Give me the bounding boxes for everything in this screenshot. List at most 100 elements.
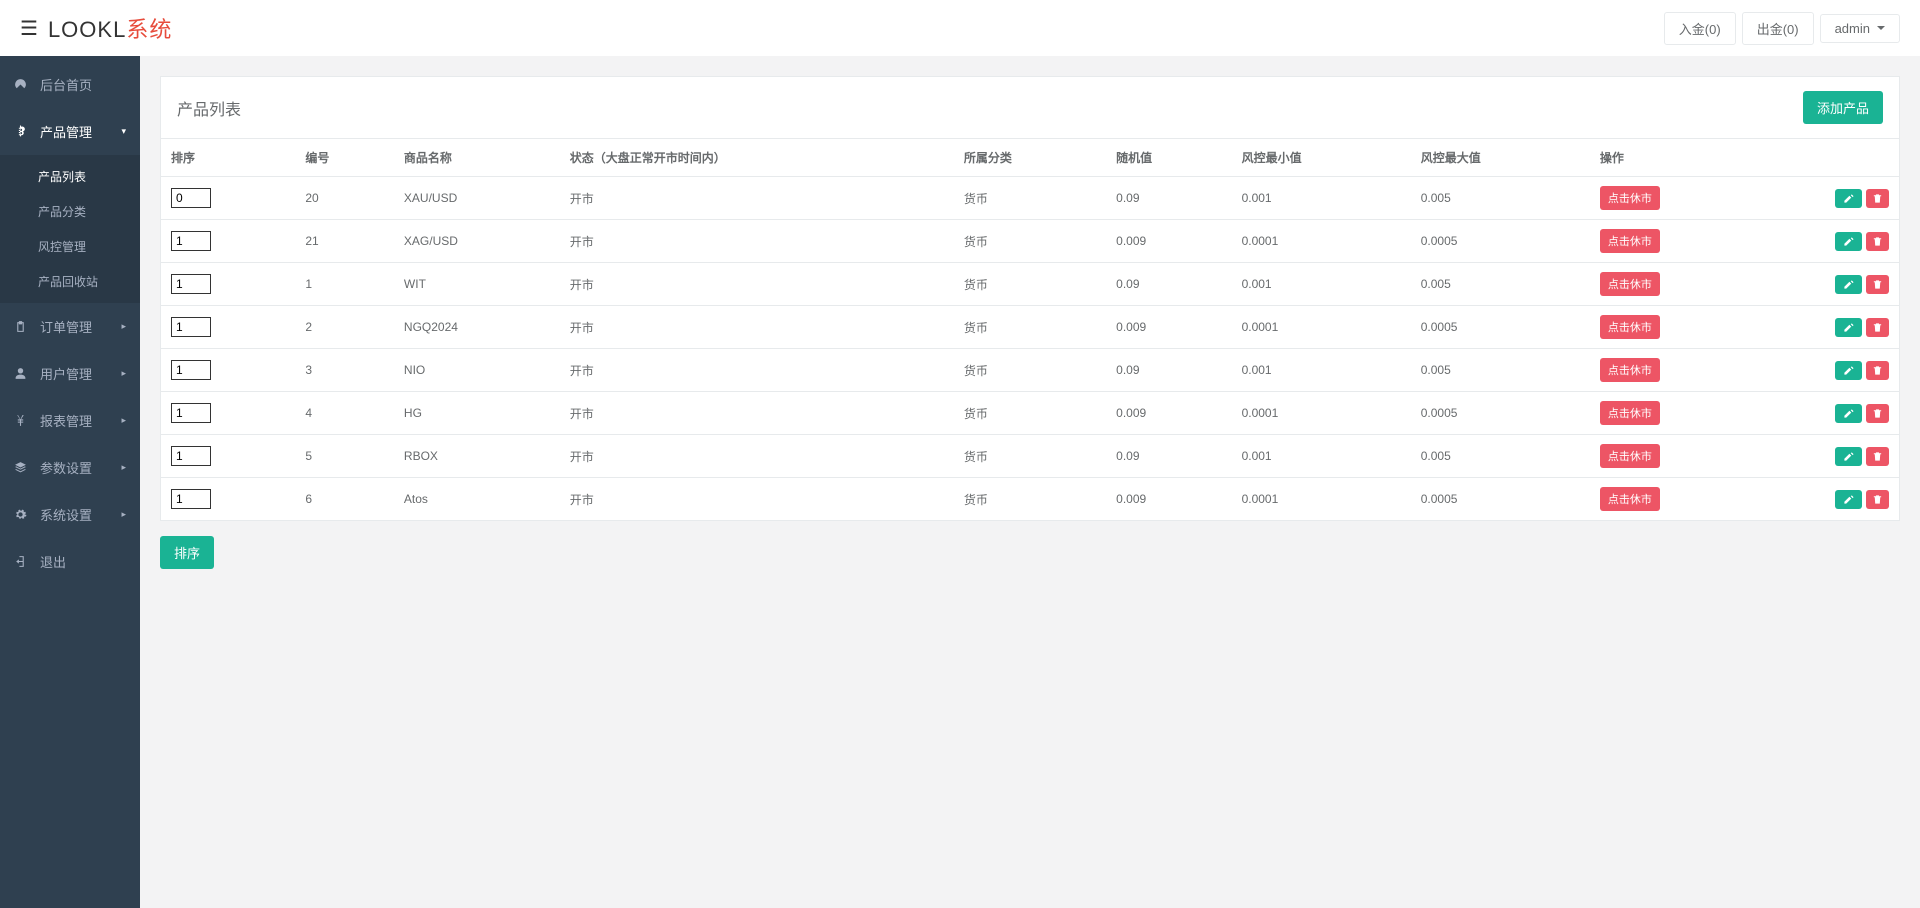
edit-button[interactable]	[1835, 275, 1862, 294]
col-header-8: 操作	[1590, 139, 1899, 177]
sidebar-item-4[interactable]: 报表管理▸	[0, 397, 140, 444]
cell-random: 0.09	[1106, 349, 1231, 392]
cell-id: 1	[295, 263, 394, 306]
user-name-label: admin	[1835, 21, 1870, 36]
edit-button[interactable]	[1835, 447, 1862, 466]
trash-icon	[1872, 236, 1883, 247]
sort-input[interactable]	[171, 360, 211, 380]
panel-title: 产品列表	[177, 96, 241, 120]
sort-input[interactable]	[171, 188, 211, 208]
edit-button[interactable]	[1835, 189, 1862, 208]
cell-name: Atos	[394, 478, 560, 521]
deposit-button[interactable]: 入金(0)	[1664, 12, 1736, 45]
trash-icon	[1872, 451, 1883, 462]
cell-max: 0.0005	[1411, 220, 1590, 263]
pencil-icon	[1843, 236, 1854, 247]
cell-status: 开市	[560, 263, 954, 306]
cell-status: 开市	[560, 392, 954, 435]
cell-status: 开市	[560, 220, 954, 263]
sort-button[interactable]: 排序	[160, 536, 214, 569]
sort-input[interactable]	[171, 231, 211, 251]
sidebar-item-2[interactable]: 订单管理▸	[0, 303, 140, 350]
sidebar-sub-item-1-0[interactable]: 产品列表	[0, 159, 140, 194]
delete-button[interactable]	[1866, 318, 1889, 337]
cell-status: 开市	[560, 435, 954, 478]
add-product-button[interactable]: 添加产品	[1803, 91, 1883, 124]
close-market-button[interactable]: 点击休市	[1600, 401, 1660, 425]
yen-icon	[14, 414, 30, 427]
sidebar: 后台首页产品管理▾ 产品列表产品分类风控管理产品回收站订单管理▸用户管理▸报表管理…	[0, 56, 140, 908]
cell-max: 0.005	[1411, 263, 1590, 306]
delete-button[interactable]	[1866, 447, 1889, 466]
edit-button[interactable]	[1835, 490, 1862, 509]
close-market-button[interactable]: 点击休市	[1600, 272, 1660, 296]
delete-button[interactable]	[1866, 490, 1889, 509]
delete-button[interactable]	[1866, 404, 1889, 423]
edit-button[interactable]	[1835, 318, 1862, 337]
close-market-button[interactable]: 点击休市	[1600, 229, 1660, 253]
cell-category: 货币	[954, 349, 1106, 392]
sort-input[interactable]	[171, 403, 211, 423]
cell-status: 开市	[560, 177, 954, 220]
withdraw-button[interactable]: 出金(0)	[1742, 12, 1814, 45]
cell-min: 0.001	[1232, 349, 1411, 392]
edit-button[interactable]	[1835, 404, 1862, 423]
sidebar-sub-item-1-3[interactable]: 产品回收站	[0, 264, 140, 299]
cell-max: 0.0005	[1411, 306, 1590, 349]
sidebar-sub-item-1-2[interactable]: 风控管理	[0, 229, 140, 264]
topbar: ☰ LOOKL系统 入金(0) 出金(0) admin	[0, 0, 1920, 56]
edit-button[interactable]	[1835, 361, 1862, 380]
cell-max: 0.005	[1411, 349, 1590, 392]
cell-category: 货币	[954, 478, 1106, 521]
delete-button[interactable]	[1866, 361, 1889, 380]
close-market-button[interactable]: 点击休市	[1600, 487, 1660, 511]
layers-icon	[14, 461, 30, 474]
logout-icon	[14, 555, 30, 568]
pencil-icon	[1843, 494, 1854, 505]
sidebar-item-label: 系统设置	[40, 505, 92, 524]
delete-button[interactable]	[1866, 189, 1889, 208]
edit-button[interactable]	[1835, 232, 1862, 251]
sort-input[interactable]	[171, 489, 211, 509]
sidebar-item-1[interactable]: 产品管理▾	[0, 108, 140, 155]
table-row: 5RBOX开市货币0.090.0010.005点击休市	[161, 435, 1899, 478]
chevron-right-icon: ▸	[121, 321, 126, 332]
trash-icon	[1872, 408, 1883, 419]
col-header-3: 状态（大盘正常开市时间内）	[560, 139, 954, 177]
sidebar-item-5[interactable]: 参数设置▸	[0, 444, 140, 491]
table-row: 3NIO开市货币0.090.0010.005点击休市	[161, 349, 1899, 392]
sidebar-item-6[interactable]: 系统设置▸	[0, 491, 140, 538]
sidebar-item-label: 参数设置	[40, 458, 92, 477]
cell-random: 0.009	[1106, 220, 1231, 263]
close-market-button[interactable]: 点击休市	[1600, 444, 1660, 468]
sidebar-item-7[interactable]: 退出	[0, 538, 140, 585]
close-market-button[interactable]: 点击休市	[1600, 358, 1660, 382]
table-row: 1WIT开市货币0.090.0010.005点击休市	[161, 263, 1899, 306]
menu-toggle-icon[interactable]: ☰	[20, 16, 38, 41]
sort-input[interactable]	[171, 274, 211, 294]
close-market-button[interactable]: 点击休市	[1600, 315, 1660, 339]
cell-name: NGQ2024	[394, 306, 560, 349]
sort-input[interactable]	[171, 317, 211, 337]
delete-button[interactable]	[1866, 232, 1889, 251]
delete-button[interactable]	[1866, 275, 1889, 294]
sort-input[interactable]	[171, 446, 211, 466]
chevron-right-icon: ▸	[121, 368, 126, 379]
sidebar-item-3[interactable]: 用户管理▸	[0, 350, 140, 397]
user-menu-button[interactable]: admin	[1820, 14, 1900, 43]
cell-category: 货币	[954, 306, 1106, 349]
cell-name: HG	[394, 392, 560, 435]
cell-category: 货币	[954, 220, 1106, 263]
sidebar-item-0[interactable]: 后台首页	[0, 61, 140, 108]
sidebar-sub-item-1-1[interactable]: 产品分类	[0, 194, 140, 229]
trash-icon	[1872, 365, 1883, 376]
cell-random: 0.009	[1106, 478, 1231, 521]
table-row: 6Atos开市货币0.0090.00010.0005点击休市	[161, 478, 1899, 521]
col-header-7: 风控最大值	[1411, 139, 1590, 177]
cell-status: 开市	[560, 306, 954, 349]
trash-icon	[1872, 279, 1883, 290]
cell-name: WIT	[394, 263, 560, 306]
close-market-button[interactable]: 点击休市	[1600, 186, 1660, 210]
cell-id: 4	[295, 392, 394, 435]
product-panel: 产品列表 添加产品 排序编号商品名称状态（大盘正常开市时间内）所属分类随机值风控…	[160, 76, 1900, 521]
